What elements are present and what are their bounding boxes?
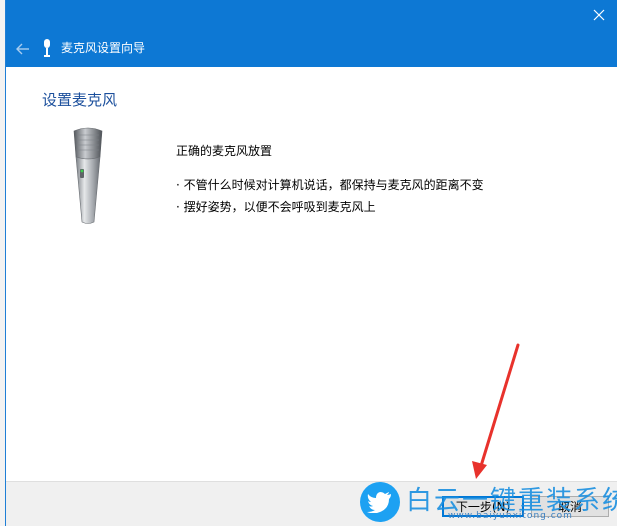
- wizard-footer: 下一步(N) 取消: [6, 481, 617, 526]
- next-button[interactable]: 下一步(N): [442, 496, 524, 517]
- instruction-line: · 不管什么时候对计算机说话，都保持与麦克风的距离不变: [176, 178, 484, 192]
- close-icon: [593, 9, 605, 21]
- section-title: 正确的麦克风放置: [176, 144, 273, 158]
- microphone-image: [73, 127, 103, 224]
- screenshot: 麦克风设置向导 设置麦克风 正确的麦克风放置 · 不管什么时候对计算机说话，都保…: [0, 0, 617, 526]
- wizard-title-bar: 麦克风设置向导: [6, 30, 617, 67]
- instruction-line: · 摆好姿势，以便不会呼吸到麦克风上: [176, 200, 376, 214]
- close-button[interactable]: [586, 4, 612, 26]
- page-heading: 设置麦克风: [42, 91, 118, 109]
- window-top-bar: [6, 0, 617, 30]
- microphone-icon: [44, 39, 50, 57]
- wizard-content: 设置麦克风 正确的麦克风放置 · 不管什么时候对计算机说话，都保持与麦克风的距离…: [6, 67, 617, 481]
- window-title: 麦克风设置向导: [61, 41, 146, 55]
- back-button[interactable]: [11, 38, 35, 60]
- microphone-setup-wizard-window: 麦克风设置向导 设置麦克风 正确的麦克风放置 · 不管什么时候对计算机说话，都保…: [5, 0, 617, 526]
- back-arrow-icon: [16, 43, 29, 55]
- cancel-button[interactable]: 取消: [531, 496, 609, 517]
